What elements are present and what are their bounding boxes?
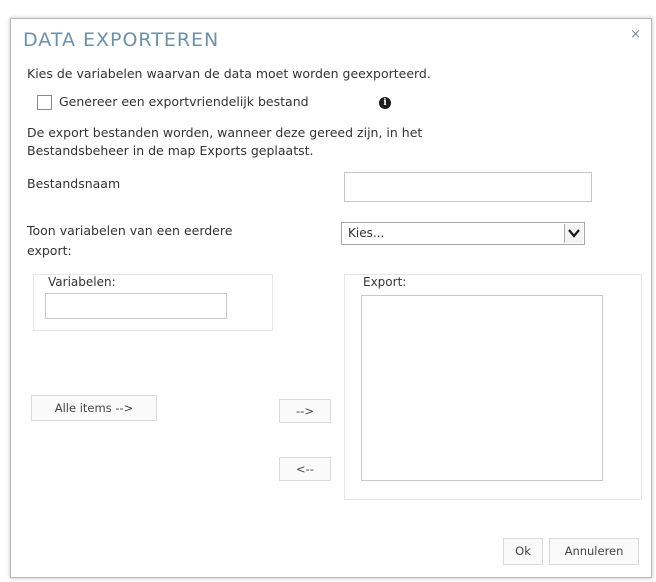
- variables-panel: Variabelen:: [33, 274, 273, 331]
- export-friendly-checkbox[interactable]: [37, 95, 52, 110]
- cancel-button[interactable]: Annuleren: [549, 538, 639, 565]
- filename-label: Bestandsnaam: [27, 176, 121, 191]
- export-label: Export:: [363, 275, 407, 289]
- info-icon[interactable]: i: [379, 97, 391, 109]
- export-panel: Export:: [344, 274, 642, 500]
- add-button[interactable]: -->: [279, 399, 331, 423]
- remove-button[interactable]: <--: [279, 457, 331, 481]
- previous-export-select-value: Kies...: [348, 226, 385, 240]
- note-line-1: De export bestanden worden, wanneer deze…: [27, 125, 423, 140]
- checkbox-label: Genereer een exportvriendelijk bestand: [59, 94, 309, 109]
- variables-input[interactable]: [45, 293, 227, 319]
- previous-export-label-line-2: export:: [27, 243, 72, 258]
- intro-text: Kies de variabelen waarvan de data moet …: [27, 66, 431, 81]
- chevron-down-icon[interactable]: [564, 224, 583, 243]
- export-dialog: DATA EXPORTEREN × Kies de variabelen waa…: [10, 18, 652, 578]
- note-line-2: Bestandsbeheer in de map Exports geplaat…: [27, 143, 314, 158]
- close-icon[interactable]: ×: [630, 27, 641, 42]
- export-listbox[interactable]: [361, 295, 603, 481]
- previous-export-select[interactable]: Kies...: [341, 222, 585, 245]
- ok-button[interactable]: Ok: [503, 538, 543, 565]
- all-items-button[interactable]: Alle items -->: [31, 395, 157, 421]
- variables-label: Variabelen:: [48, 275, 116, 289]
- previous-export-label-line-1: Toon variabelen van een eerdere: [27, 223, 233, 238]
- filename-input[interactable]: [344, 172, 592, 202]
- dialog-title: DATA EXPORTEREN: [23, 29, 220, 51]
